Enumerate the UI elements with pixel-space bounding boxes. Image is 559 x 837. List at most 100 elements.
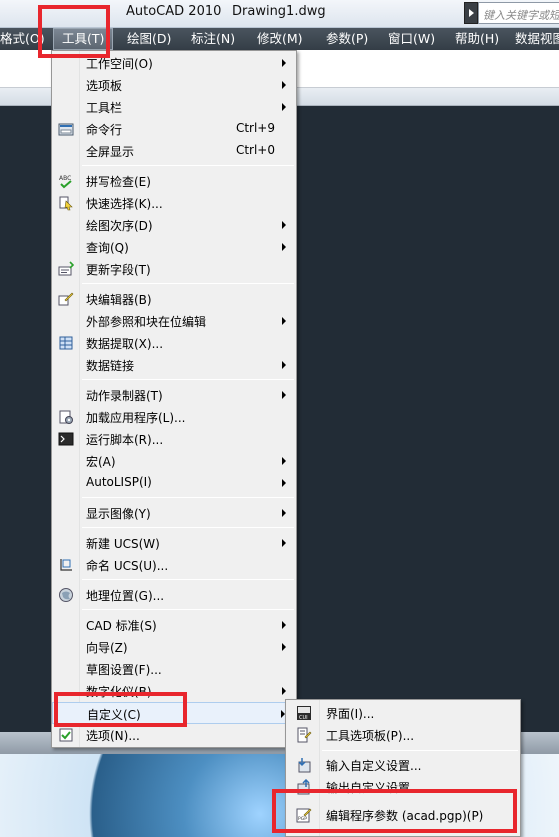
submenu-arrow-icon [282, 243, 286, 251]
submenu-arrow-icon [282, 509, 286, 517]
named-ucs-icon [60, 559, 72, 571]
menu-item-clean-screen[interactable]: 全屏显示 Ctrl+0 [52, 140, 296, 162]
data-extraction-icon [59, 336, 73, 350]
menu-item-run-script[interactable]: 运行脚本(R)... [52, 428, 296, 450]
geographic-location-icon [59, 588, 73, 602]
menu-separator [82, 497, 294, 498]
submenu-arrow-icon [282, 317, 286, 325]
menu-item-label: 工具栏 [86, 101, 123, 115]
highlight-box-customize [54, 692, 187, 727]
menu-item-toolbars[interactable]: 工具栏 [52, 96, 296, 118]
quick-select-icon [59, 196, 73, 211]
menu-item-command-line[interactable]: 命令行 Ctrl+9 [52, 118, 296, 140]
submenu-separator [322, 750, 518, 751]
menu-item-update-fields[interactable]: 更新字段(T) [52, 258, 296, 280]
submenu-arrow-icon [282, 103, 286, 111]
menu-dimension[interactable]: 标注(N) [191, 28, 235, 50]
menu-separator [82, 609, 294, 610]
block-editor-icon [58, 292, 74, 306]
svg-text:CUI: CUI [299, 715, 308, 721]
tool-palettes-icon [297, 727, 312, 743]
menu-item-label: 新建 UCS(W) [86, 537, 160, 551]
menu-draw[interactable]: 绘图(D) [127, 28, 171, 50]
search-expand-icon[interactable] [464, 2, 478, 24]
menu-modify[interactable]: 修改(M) [257, 28, 303, 50]
menu-item-label: AutoLISP(I) [86, 475, 152, 489]
menu-item-autolisp[interactable]: AutoLISP(I) [52, 472, 296, 494]
menu-separator [82, 579, 294, 580]
submenu-item-interface[interactable]: CUI 界面(I)... [286, 702, 520, 724]
menu-item-named-ucs[interactable]: 命名 UCS(U)... [52, 554, 296, 576]
menu-parametric[interactable]: 参数(P) [326, 28, 368, 50]
menu-item-block-editor[interactable]: 块编辑器(B) [52, 288, 296, 310]
menu-item-label: 加载应用程序(L)... [86, 411, 186, 425]
menu-item-new-ucs[interactable]: 新建 UCS(W) [52, 532, 296, 554]
menu-item-spelling[interactable]: ABC 拼写检查(E) [52, 170, 296, 192]
submenu-arrow-icon [282, 59, 286, 67]
menu-item-wizards[interactable]: 向导(Z) [52, 636, 296, 658]
menu-separator [82, 165, 294, 166]
menu-data-view[interactable]: 数据视图 [515, 28, 559, 50]
menu-item-label: 数据链接 [86, 359, 135, 373]
menu-item-label: 查询(Q) [86, 241, 129, 255]
menu-item-label: 选项(N)... [86, 729, 140, 743]
menu-item-macro[interactable]: 宏(A) [52, 450, 296, 472]
submenu-arrow-icon [282, 457, 286, 465]
submenu-item-label: 界面(I)... [326, 707, 375, 721]
menu-item-data-links[interactable]: 数据链接 [52, 354, 296, 376]
menu-item-shortcut: Ctrl+9 [235, 121, 275, 135]
menu-item-label: 命名 UCS(U)... [86, 559, 169, 573]
menu-item-xref-in-place-edit[interactable]: 外部参照和块在位编辑 [52, 310, 296, 332]
cui-icon: CUI [297, 706, 311, 721]
menu-item-data-extraction[interactable]: 数据提取(X)... [52, 332, 296, 354]
submenu-item-import-customizations[interactable]: 输入自定义设置... [286, 754, 520, 776]
menu-help[interactable]: 帮助(H) [455, 28, 499, 50]
menu-item-palettes[interactable]: 选项板 [52, 74, 296, 96]
menu-item-label: 运行脚本(R)... [86, 433, 164, 447]
submenu-arrow-icon [282, 81, 286, 89]
menu-item-label: 块编辑器(B) [86, 293, 152, 307]
menu-item-load-application[interactable]: 加载应用程序(L)... [52, 406, 296, 428]
menu-window[interactable]: 窗口(W) [388, 28, 435, 50]
menu-separator [82, 527, 294, 528]
spell-check-icon: ABC [59, 175, 72, 189]
update-field-icon [58, 261, 74, 276]
menu-item-drafting-settings[interactable]: 草图设置(F)... [52, 658, 296, 680]
menu-item-label: 数据提取(X)... [86, 337, 164, 351]
submenu-arrow-icon [282, 539, 286, 547]
menu-item-quick-select[interactable]: 快速选择(K)... [52, 192, 296, 214]
menu-item-label: CAD 标准(S) [86, 619, 157, 633]
menu-item-label: 全屏显示 [86, 145, 135, 159]
menu-item-label: 选项板 [86, 79, 123, 93]
menu-item-options[interactable]: 选项(N)... [52, 724, 296, 746]
menu-item-cad-standards[interactable]: CAD 标准(S) [52, 614, 296, 636]
menu-item-action-recorder[interactable]: 动作录制器(T) [52, 384, 296, 406]
submenu-item-label: 工具选项板(P)... [326, 729, 415, 743]
menu-item-label: 更新字段(T) [86, 263, 151, 277]
menu-item-label: 绘图次序(D) [86, 219, 153, 233]
submenu-arrow-icon [282, 643, 286, 651]
svg-text:ABC: ABC [59, 175, 71, 182]
menu-separator [82, 283, 294, 284]
app-title: AutoCAD 2010 [126, 4, 222, 19]
menu-separator [82, 379, 294, 380]
search-input[interactable]: 键入关键字或短 [478, 2, 559, 24]
submenu-item-label: 输入自定义设置... [326, 759, 422, 773]
submenu-item-tool-palettes[interactable]: 工具选项板(P)... [286, 724, 520, 746]
menu-item-label: 宏(A) [86, 455, 116, 469]
highlight-box-edit-pgp [272, 789, 517, 833]
menu-item-inquiry[interactable]: 查询(Q) [52, 236, 296, 258]
menu-item-label: 命令行 [86, 123, 123, 137]
menu-item-label: 草图设置(F)... [86, 663, 162, 677]
menu-item-label: 动作录制器(T) [86, 389, 163, 403]
menu-item-geographic-location[interactable]: 地理位置(G)... [52, 584, 296, 606]
menu-item-label: 外部参照和块在位编辑 [86, 315, 207, 329]
menu-item-draw-order[interactable]: 绘图次序(D) [52, 214, 296, 236]
menu-item-display-image[interactable]: 显示图像(Y) [52, 502, 296, 524]
submenu-arrow-icon [282, 687, 286, 695]
menu-item-label: 快速选择(K)... [86, 197, 163, 211]
submenu-arrow-icon [282, 621, 286, 629]
menu-item-label: 地理位置(G)... [86, 589, 165, 603]
load-application-icon [59, 410, 73, 424]
submenu-arrow-icon [282, 391, 286, 399]
